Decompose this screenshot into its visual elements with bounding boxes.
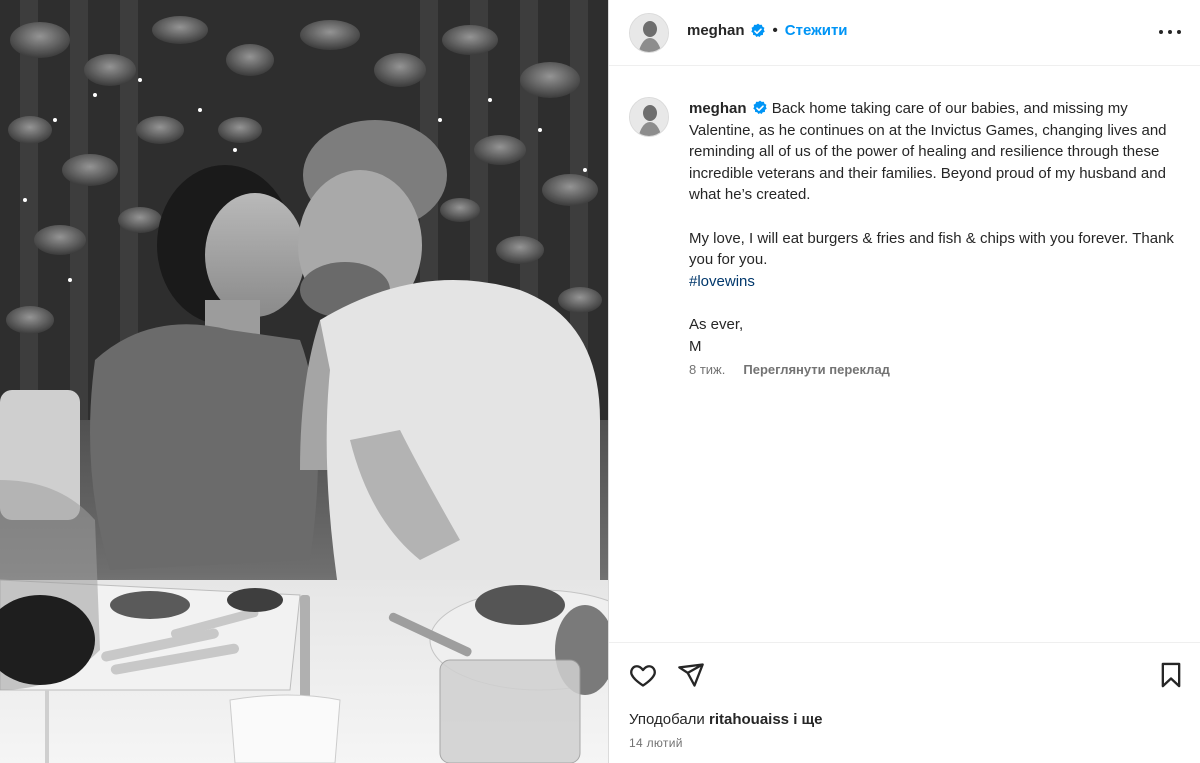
avatar[interactable] (629, 13, 669, 53)
see-translation-button[interactable]: Переглянути переклад (743, 362, 890, 377)
caption-meta: 8 тиж. Переглянути переклад (689, 362, 890, 377)
author-username[interactable]: meghan (687, 22, 745, 39)
action-bar: Уподобали ritahouaiss і ще 14 лютий (609, 642, 1200, 763)
post-date[interactable]: 14 лютий (629, 736, 683, 750)
verified-badge-icon (750, 23, 765, 37)
likes-prefix: Уподобали (629, 711, 705, 728)
avatar-image (630, 14, 668, 52)
likes-more-link[interactable]: і ще (793, 711, 822, 728)
post-photo[interactable] (0, 0, 608, 763)
caption-paragraph-1: meghan Back home taking care of our babi… (689, 98, 1189, 206)
verified-badge-icon (752, 100, 767, 114)
post-age[interactable]: 8 тиж. (689, 362, 725, 377)
more-options-icon[interactable] (1159, 28, 1181, 36)
caption-section: meghan Back home taking care of our babi… (609, 66, 1200, 642)
caption-username[interactable]: meghan (689, 100, 747, 117)
share-icon[interactable] (677, 661, 705, 689)
header-user-line: meghan • Стежити (687, 22, 848, 39)
separator-dot: • (772, 22, 778, 39)
hashtag-link[interactable]: #lovewins (689, 273, 755, 290)
caption-signature: M (689, 337, 702, 355)
photo-illustration (0, 0, 608, 763)
caption-signoff: As ever, (689, 316, 744, 333)
heart-icon[interactable] (629, 661, 657, 689)
post-header: meghan • Стежити (609, 0, 1200, 66)
caption-avatar[interactable] (629, 97, 669, 137)
likes-user-link[interactable]: ritahouaiss (709, 711, 789, 728)
likes-summary: Уподобали ritahouaiss і ще (629, 711, 823, 728)
bookmark-icon[interactable] (1157, 661, 1185, 689)
avatar-image (630, 98, 668, 136)
follow-button[interactable]: Стежити (785, 22, 848, 39)
caption-paragraph-2: My love, I will eat burgers & fries and … (689, 229, 1174, 269)
post-side-panel: meghan • Стежити meghan Back home taking… (608, 0, 1200, 763)
caption-text: meghan Back home taking care of our babi… (689, 98, 1189, 357)
